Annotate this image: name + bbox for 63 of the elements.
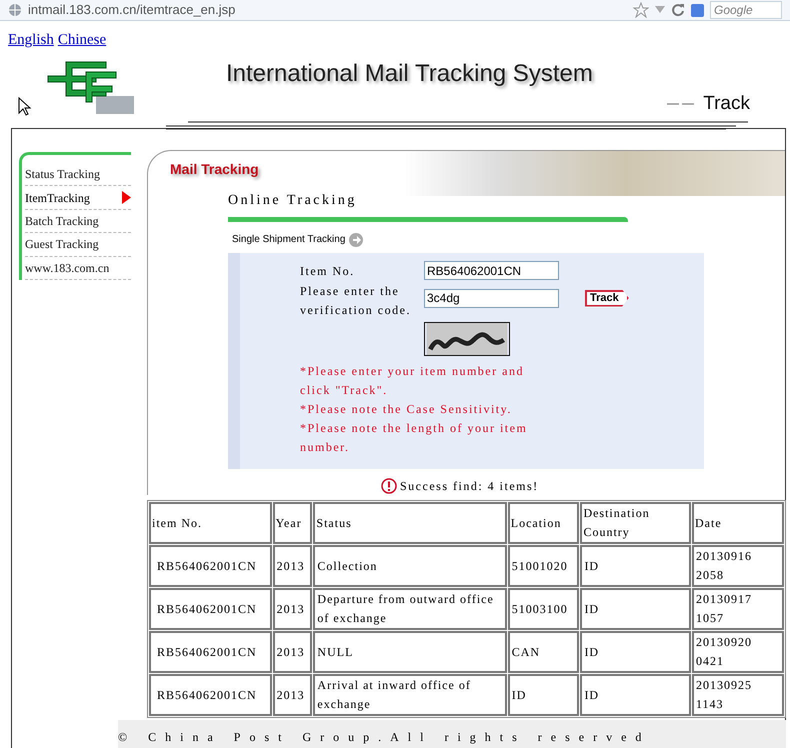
table-cell: 51001020 bbox=[508, 545, 580, 587]
language-link[interactable]: English bbox=[8, 29, 54, 52]
instruction-text: *Please enter your item number and click "Track". bbox=[300, 363, 525, 399]
instruction-text: *Please note the Case Sensitivity. bbox=[300, 401, 513, 418]
column-header: Year bbox=[272, 502, 312, 544]
table-cell: ID bbox=[580, 545, 691, 587]
table-cell: 2013 bbox=[272, 674, 312, 716]
table-cell: ID bbox=[508, 674, 580, 716]
column-header: Location bbox=[508, 502, 580, 544]
track-button[interactable]: Track bbox=[585, 290, 629, 306]
table-cell: 2013 bbox=[272, 631, 312, 673]
result-message: Success find: 4 items! bbox=[400, 478, 539, 495]
field-label: Item No. bbox=[300, 262, 356, 280]
sidebar-item[interactable]: www.183.com.cn bbox=[25, 256, 131, 280]
item-number-field[interactable]: RB564062001CN bbox=[424, 261, 559, 280]
section-title: Online Tracking bbox=[228, 192, 358, 210]
column-header: Date bbox=[692, 502, 784, 544]
google-icon[interactable] bbox=[691, 4, 704, 16]
table-cell: 20130916 2058 bbox=[692, 545, 784, 587]
table-cell: ID bbox=[580, 588, 691, 630]
reload-icon[interactable] bbox=[671, 3, 685, 17]
table-cell: 20130920 0421 bbox=[692, 631, 784, 673]
globe-icon bbox=[8, 3, 22, 17]
table-cell: Departure from outward office of exchange bbox=[313, 588, 507, 630]
table-cell: Arrival at inward office of exchange bbox=[313, 674, 507, 716]
table-cell: NULL bbox=[313, 631, 507, 673]
exclamation-icon bbox=[381, 478, 397, 494]
sidebar-item[interactable]: ItemTracking bbox=[25, 186, 131, 210]
table-cell: 20130925 1143 bbox=[692, 674, 784, 716]
header-subtitle: Track bbox=[703, 92, 750, 116]
table-cell: RB564062001CN bbox=[149, 631, 272, 673]
column-header: Destination Country bbox=[580, 502, 691, 544]
header-title: International Mail Tracking System bbox=[226, 58, 593, 88]
address-text[interactable]: intmail.183.com.cn/itemtrace_en.jsp bbox=[28, 0, 627, 20]
sidebar-item[interactable]: Guest Tracking bbox=[25, 233, 131, 257]
sidebar-item[interactable]: Batch Tracking bbox=[25, 210, 131, 234]
table-cell: ID bbox=[580, 631, 691, 673]
dropdown-icon[interactable] bbox=[655, 6, 665, 14]
column-header: Status bbox=[313, 502, 507, 544]
cursor-icon bbox=[18, 96, 32, 116]
language-link[interactable]: Chinese bbox=[58, 29, 106, 52]
triangle-icon bbox=[122, 191, 131, 204]
star-icon[interactable] bbox=[633, 2, 649, 18]
sidebar-item[interactable]: Status Tracking bbox=[25, 163, 131, 186]
table-cell: 51003100 bbox=[508, 588, 580, 630]
panel-title: Mail Tracking bbox=[170, 160, 259, 179]
search-field[interactable]: Google bbox=[710, 1, 782, 19]
subsection-title: Single Shipment Tracking bbox=[232, 233, 346, 247]
table-cell: 2013 bbox=[272, 588, 312, 630]
footer-text: © China Post Group.All rights reserved bbox=[118, 730, 650, 744]
table-cell: 20130917 1057 bbox=[692, 588, 784, 630]
table-cell: Collection bbox=[313, 545, 507, 587]
table-cell: RB564062001CN bbox=[149, 674, 272, 716]
instruction-text: *Please note the length of your item number. bbox=[300, 420, 528, 456]
verification-code-field[interactable]: 3c4dg bbox=[424, 288, 559, 308]
table-cell: RB564062001CN bbox=[149, 588, 272, 630]
field-label: Please enter the verification code. bbox=[300, 283, 412, 319]
table-cell: CAN bbox=[508, 631, 580, 673]
column-header: item No. bbox=[149, 502, 272, 544]
table-cell: RB564062001CN bbox=[149, 545, 272, 587]
dash-drawing bbox=[667, 102, 696, 106]
table-cell: 2013 bbox=[272, 545, 312, 587]
table-cell: ID bbox=[580, 674, 691, 716]
